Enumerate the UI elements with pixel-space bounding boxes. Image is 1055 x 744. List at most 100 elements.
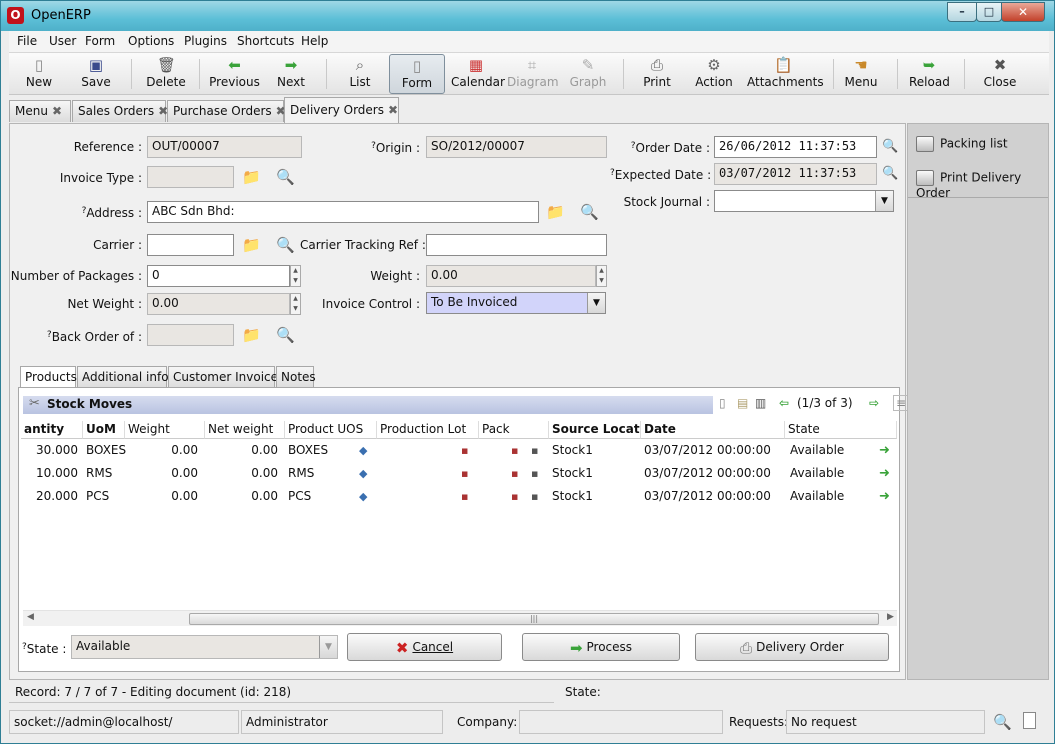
menu-plugins[interactable]: Plugins [184,34,227,48]
scroll-right-icon[interactable]: ▶ [887,612,894,622]
expected-date-field[interactable]: 03/07/2012 11:37:53 [714,163,877,185]
pack-action-icon[interactable]: ▪ [531,490,538,503]
col-production-lot[interactable]: Production Lot [377,421,479,439]
uos-action-icon[interactable]: ◆ [359,490,367,503]
cancel-button[interactable]: ✖ Cancel [347,633,502,661]
col-weight[interactable]: Weight [125,421,205,439]
stock-journal-select[interactable]: ▼ [714,190,894,212]
cell-date[interactable]: 03/07/2012 00:00:00 [641,486,785,508]
folder-icon[interactable]: 📁 [242,326,261,344]
company-field[interactable] [519,710,723,734]
col-pack[interactable]: Pack [479,421,549,439]
weight-stepper[interactable]: ▲ ▼ [596,265,607,287]
new-request-icon[interactable] [1023,712,1036,729]
form-view-button[interactable]: ▯ Form [389,54,445,94]
cell-source-location[interactable]: Stock1 [549,440,639,462]
minimize-button[interactable]: – [947,2,977,22]
scrollbar-thumb[interactable]: ||| [189,613,879,625]
col-state[interactable]: State [785,421,897,439]
lot-split-icon[interactable]: ▪ [461,444,468,457]
tab-additional-info[interactable]: Additional info [77,366,169,388]
tab-purchase-orders[interactable]: Purchase Orders ✖ [167,100,286,122]
menu-button[interactable]: ☚ Menu [843,54,879,94]
menu-options[interactable]: Options [128,34,174,48]
chevron-down-icon[interactable]: ▼ [875,191,893,211]
tab-notes[interactable]: Notes [276,366,316,388]
menu-shortcuts[interactable]: Shortcuts [237,34,294,48]
horizontal-scrollbar[interactable]: ◀ ||| ▶ [23,610,897,626]
search-icon[interactable]: 🔍 [276,236,295,254]
search-icon[interactable]: 🔍 [993,713,1012,731]
reload-button[interactable]: ➥ Reload [909,54,950,94]
diagram-view-button[interactable]: ⌗ Diagram [507,54,559,94]
scroll-left-icon[interactable]: ◀ [27,612,34,622]
order-date-field[interactable]: 26/06/2012 11:37:53 [714,136,877,158]
uos-action-icon[interactable]: ◆ [359,467,367,480]
cell-source-location[interactable]: Stock1 [549,463,639,485]
menu-user[interactable]: User [49,34,76,48]
cell-source-location[interactable]: Stock1 [549,486,639,508]
folder-icon[interactable]: 📁 [546,203,565,221]
cell-uom[interactable]: PCS [83,486,125,508]
net-weight-field[interactable]: 0.00 [147,293,290,315]
cell-net-weight[interactable]: 0.00 [205,463,281,485]
cell-net-weight[interactable]: 0.00 [205,440,281,462]
state-select[interactable]: Available ▼ [71,635,338,659]
menu-form[interactable]: Form [85,34,115,48]
packing-list-button[interactable]: Packing list [916,136,1008,152]
cell-product-uos[interactable]: PCS [285,486,355,508]
folder-icon[interactable]: 📁 [242,168,261,186]
search-icon[interactable]: 🔍 [580,203,599,221]
folder-icon[interactable]: 📁 [242,236,261,254]
carrier-field[interactable] [147,234,234,256]
maximize-button[interactable]: □ [976,2,1002,22]
packages-stepper[interactable]: ▲ ▼ [290,265,301,287]
tab-close-icon[interactable]: ✖ [388,103,398,117]
folder-icon[interactable]: ▤ [737,396,748,410]
next-button[interactable]: ➡ Next [272,54,310,94]
search-icon[interactable]: 🔍 [276,326,295,344]
zoom-icon[interactable]: 🔍 [882,138,898,156]
process-button[interactable]: ➡ Process [522,633,680,661]
tab-menu[interactable]: Menu ✖ [9,100,71,122]
search-icon[interactable]: 🔍 [276,168,295,186]
save-button[interactable]: ▣ Save [76,54,116,94]
cell-product-uos[interactable]: RMS [285,463,355,485]
cell-quantity[interactable]: 20.000 [21,486,81,508]
title-bar[interactable]: O OpenERP – □ ✕ [1,1,1054,31]
invoice-type-field[interactable] [147,166,234,188]
new-document-icon[interactable]: ▯ [719,396,726,410]
print-button[interactable]: ⎙ Print [639,54,675,94]
net-weight-stepper[interactable]: ▲ ▼ [290,293,301,315]
chevron-down-icon[interactable]: ▼ [587,293,605,313]
col-product-uos[interactable]: Product UOS [285,421,377,439]
cell-quantity[interactable]: 10.000 [21,463,81,485]
arrow-right-icon[interactable]: ➜ [879,443,890,458]
cell-weight[interactable]: 0.00 [125,463,201,485]
new-button[interactable]: ▯ New [19,54,59,94]
back-order-field[interactable] [147,324,234,346]
cell-date[interactable]: 03/07/2012 00:00:00 [641,463,785,485]
close-button[interactable]: ✖ Close [981,54,1019,94]
pack-action-icon[interactable]: ▪ [531,467,538,480]
tab-delivery-orders[interactable]: Delivery Orders ✖ [284,97,399,123]
attachments-button[interactable]: 📋 Attachments [747,54,824,94]
menu-file[interactable]: File [17,34,37,48]
arrow-right-icon[interactable]: ➜ [879,489,890,504]
zoom-icon[interactable]: 🔍 [882,165,898,183]
pack-action-icon[interactable]: ▪ [531,444,538,457]
carrier-tracking-field[interactable] [426,234,607,256]
cell-state[interactable]: Available [787,440,877,462]
list-view-button[interactable]: ⌕ List [343,54,377,94]
chevron-down-icon[interactable]: ▼ [319,636,337,658]
uos-action-icon[interactable]: ◆ [359,444,367,457]
tab-close-icon[interactable]: ✖ [52,104,62,118]
address-field[interactable]: ABC Sdn Bhd: [147,201,539,223]
cell-product-uos[interactable]: BOXES [285,440,355,462]
cell-weight[interactable]: 0.00 [125,486,201,508]
pack-split-icon[interactable]: ▪ [511,444,518,457]
lot-split-icon[interactable]: ▪ [461,490,468,503]
delete-button[interactable]: 🗑 Delete [144,54,188,94]
invoice-control-select[interactable]: To Be Invoiced ▼ [426,292,606,314]
col-source-location[interactable]: Source Location [549,421,641,439]
